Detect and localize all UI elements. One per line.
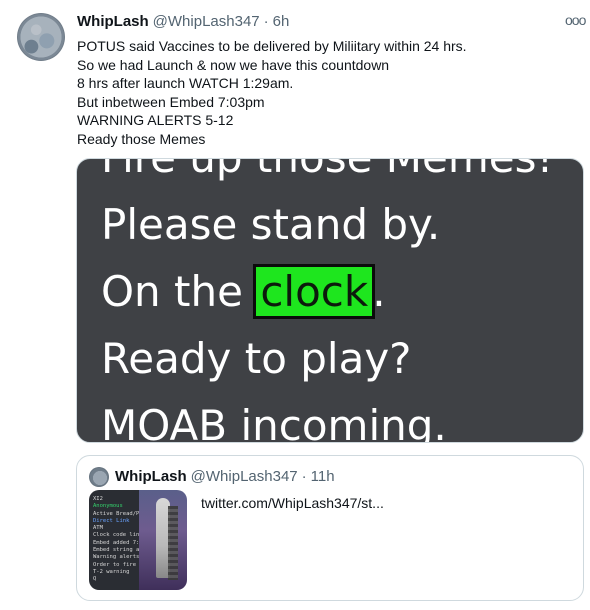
thumbnail-text: XI2 Anonymous Active Bread/Post L Direct… [93,496,139,584]
media-text-line: Please stand by. [101,200,441,249]
thumbnail-line: Q [93,576,97,583]
thumbnail-line: Anonymous [93,503,123,510]
separator-dot: · [301,468,307,485]
thumbnail-line: Clock code line 1182 [93,532,139,539]
quoted-thumbnail-right[interactable] [139,490,187,590]
clock-highlight: clock [253,264,376,319]
author-handle[interactable]: @WhipLash347 [153,13,260,30]
thumbnail-line: Embed string active i [93,547,139,554]
media-text-line: Fire up those Memes! [101,159,553,181]
tweet-text-line: POTUS said Vaccines to be delivered by M… [77,38,467,54]
quoted-time[interactable]: 11h [311,468,335,485]
tweet-text-line: 8 hrs after launch WATCH 1:29am. [77,75,294,91]
tweet-text: POTUS said Vaccines to be delivered by M… [77,37,567,148]
quoted-link[interactable]: twitter.com/WhipLash347/st... [201,494,384,512]
quoted-header: WhipLash @WhipLash347 · 11h [115,467,335,487]
tweet-text-line: Ready those Memes [77,130,206,147]
thumbnail-line: T-2 warning [93,568,130,575]
quoted-avatar[interactable] [89,467,109,487]
thumbnail-line: Direct Link [93,517,130,524]
media-text-fragment: . [372,267,386,316]
tweet-card[interactable]: WhipLash @WhipLash347 · 6h ooo POTUS said V… [0,0,590,610]
media-text-line: On the clock. [101,264,386,319]
quoted-author-name[interactable]: WhipLash [115,468,187,485]
separator-dot: · [263,13,269,30]
media-text-line: MOAB incoming. [101,401,447,443]
thumbnail-line: ATM [93,525,103,532]
quoted-thumbnail-left[interactable]: XI2 Anonymous Active Bread/Post L Direct… [89,490,139,590]
author-name[interactable]: WhipLash [77,13,149,30]
thumbnail-line: XI2 [93,496,103,502]
thumbnail-line: Active Bread/Post L [93,510,139,517]
tweet-header: WhipLash @WhipLash347 · 6h [77,12,289,32]
tweet-time[interactable]: 6h [273,13,290,30]
media-text-fragment: On the [101,267,257,316]
more-options-icon[interactable]: ooo [565,10,586,30]
tweet-text-line: WARNING ALERTS 5-12 [77,112,234,128]
quoted-tweet[interactable]: WhipLash @WhipLash347 · 11h XI2 Anonymous A… [76,455,584,601]
media-text-line: Ready to play? [101,334,412,383]
tweet-media-image[interactable]: Fire up those Memes! Please stand by. On… [76,158,584,443]
thumbnail-line: Order to fire will be wi [93,561,139,568]
thumbnail-line: Warning alerts 5-12 [93,554,139,561]
tweet-text-line: So we had Launch & now we have this coun… [77,56,390,73]
launch-tower-image [168,506,178,580]
avatar[interactable] [17,13,65,61]
thumbnail-line: Embed added 7:03pm [93,539,139,546]
tweet-text-line: But inbetween Embed 7:03pm [77,93,265,110]
quoted-author-handle[interactable]: @WhipLash347 [191,468,298,485]
